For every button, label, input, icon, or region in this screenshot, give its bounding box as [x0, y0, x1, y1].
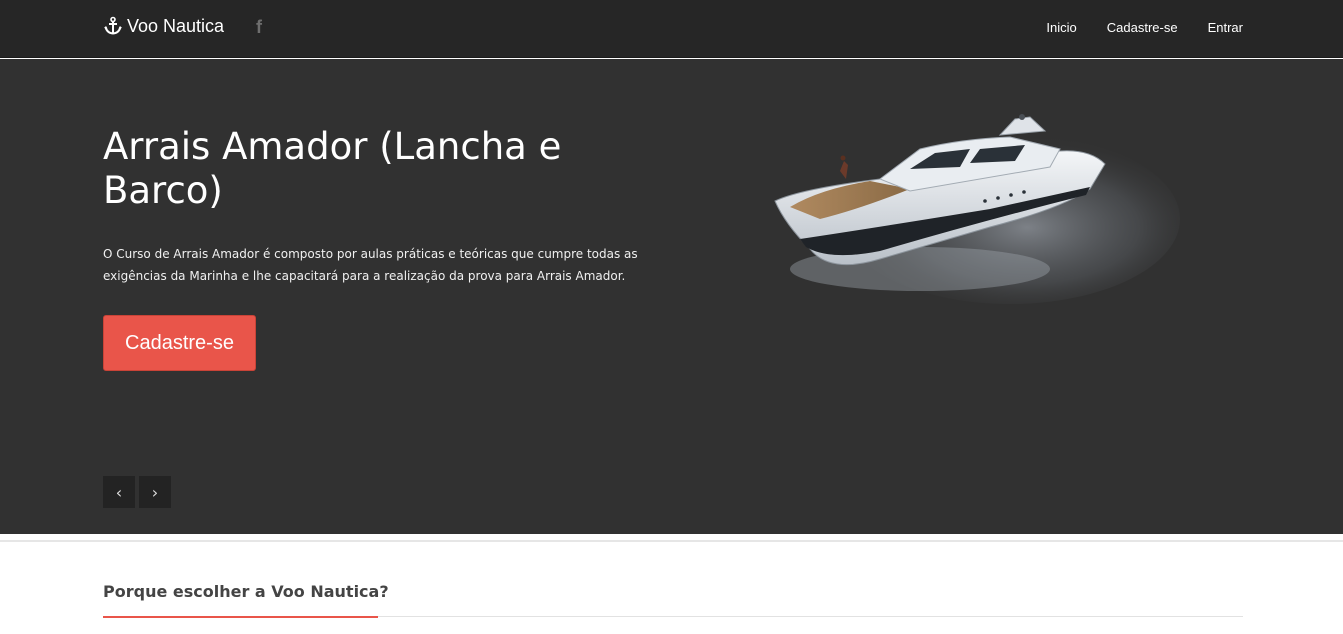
nav-link-entrar[interactable]: Entrar: [1208, 19, 1243, 37]
hero-description: O Curso de Arrais Amador é composto por …: [103, 247, 638, 283]
hero-carousel: Arrais Amador (Lancha e Barco) O Curso d…: [0, 59, 1343, 534]
facebook-icon[interactable]: f: [251, 17, 267, 37]
hero-signup-button[interactable]: Cadastre-se: [103, 315, 256, 371]
nav-link-cadastre-se[interactable]: Cadastre-se: [1107, 19, 1178, 37]
nav-link-inicio[interactable]: Inicio: [1046, 19, 1076, 37]
chevron-left-icon[interactable]: ‹: [103, 476, 135, 508]
section-accent-line: [103, 616, 378, 618]
hero-title: Arrais Amador (Lancha e Barco): [103, 125, 562, 212]
yacht-image: [760, 109, 1180, 309]
section-divider: [0, 540, 1343, 542]
brand-link[interactable]: Voo Nautica: [103, 14, 224, 38]
brand-label: Voo Nautica: [127, 15, 225, 36]
nav-menu: Inicio Cadastre-se Entrar: [1046, 19, 1243, 37]
section-title: Porque escolher a Voo Nautica?: [103, 582, 389, 601]
anchor-icon: [103, 16, 123, 36]
chevron-right-icon[interactable]: ›: [139, 476, 171, 508]
top-navbar: Voo Nautica f Inicio Cadastre-se Entrar: [0, 0, 1343, 58]
